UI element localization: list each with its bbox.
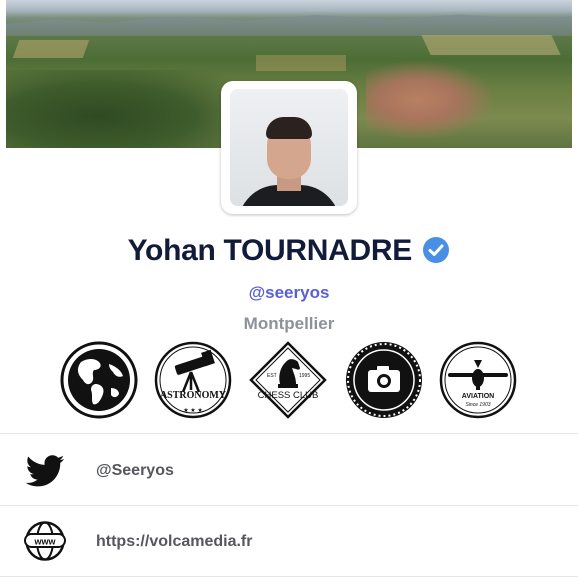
badge-chess-est: EST bbox=[267, 373, 277, 379]
telescope-icon[interactable]: ASTRONOMY ★ ★ ★ bbox=[153, 340, 233, 420]
avatar-frame[interactable] bbox=[221, 81, 357, 214]
link-row-twitter[interactable]: @Seeryos bbox=[0, 438, 578, 502]
website-link[interactable]: https://volcamedia.fr bbox=[96, 533, 252, 551]
badge-chess-label: CHESS CLUB bbox=[258, 390, 319, 401]
badge-astronomy-label: ASTRONOMY bbox=[160, 390, 227, 401]
avatar-hair bbox=[266, 117, 312, 139]
cover-village bbox=[366, 60, 496, 140]
link-row-website[interactable]: www https://volcamedia.fr bbox=[0, 510, 578, 574]
badge-aviation-since: Since 1903 bbox=[465, 402, 490, 408]
globe-icon[interactable] bbox=[59, 340, 139, 420]
cover-field bbox=[421, 35, 561, 55]
cover-mountains bbox=[6, 14, 572, 36]
chess-knight-icon[interactable]: EST 1995 CHESS CLUB bbox=[248, 340, 328, 420]
camera-icon[interactable] bbox=[344, 340, 424, 420]
profile-location: Montpellier bbox=[243, 314, 335, 333]
verified-badge-icon bbox=[423, 237, 450, 263]
divider bbox=[0, 505, 578, 506]
badge-stars: ★ ★ ★ bbox=[183, 407, 202, 414]
cover-field bbox=[12, 40, 90, 58]
profile-name: Yohan TOURNADRE bbox=[127, 234, 413, 267]
cover-field bbox=[256, 55, 346, 71]
twitter-bird-icon bbox=[25, 455, 65, 487]
avatar bbox=[230, 89, 348, 206]
cover-forest bbox=[6, 70, 236, 148]
www-label: www bbox=[33, 537, 56, 547]
badge-aviation-label: AVIATION bbox=[462, 393, 494, 400]
profile-handle[interactable]: @seeryos bbox=[0, 283, 578, 303]
profile-name-row: Yohan TOURNADRE bbox=[0, 234, 578, 268]
twitter-handle-link[interactable]: @Seeryos bbox=[96, 462, 174, 480]
airplane-icon[interactable]: AVIATION Since 1903 bbox=[438, 340, 518, 420]
badge-chess-year: 1995 bbox=[299, 373, 310, 379]
www-globe-icon: www bbox=[24, 521, 66, 561]
divider bbox=[0, 433, 578, 434]
divider bbox=[0, 576, 578, 577]
